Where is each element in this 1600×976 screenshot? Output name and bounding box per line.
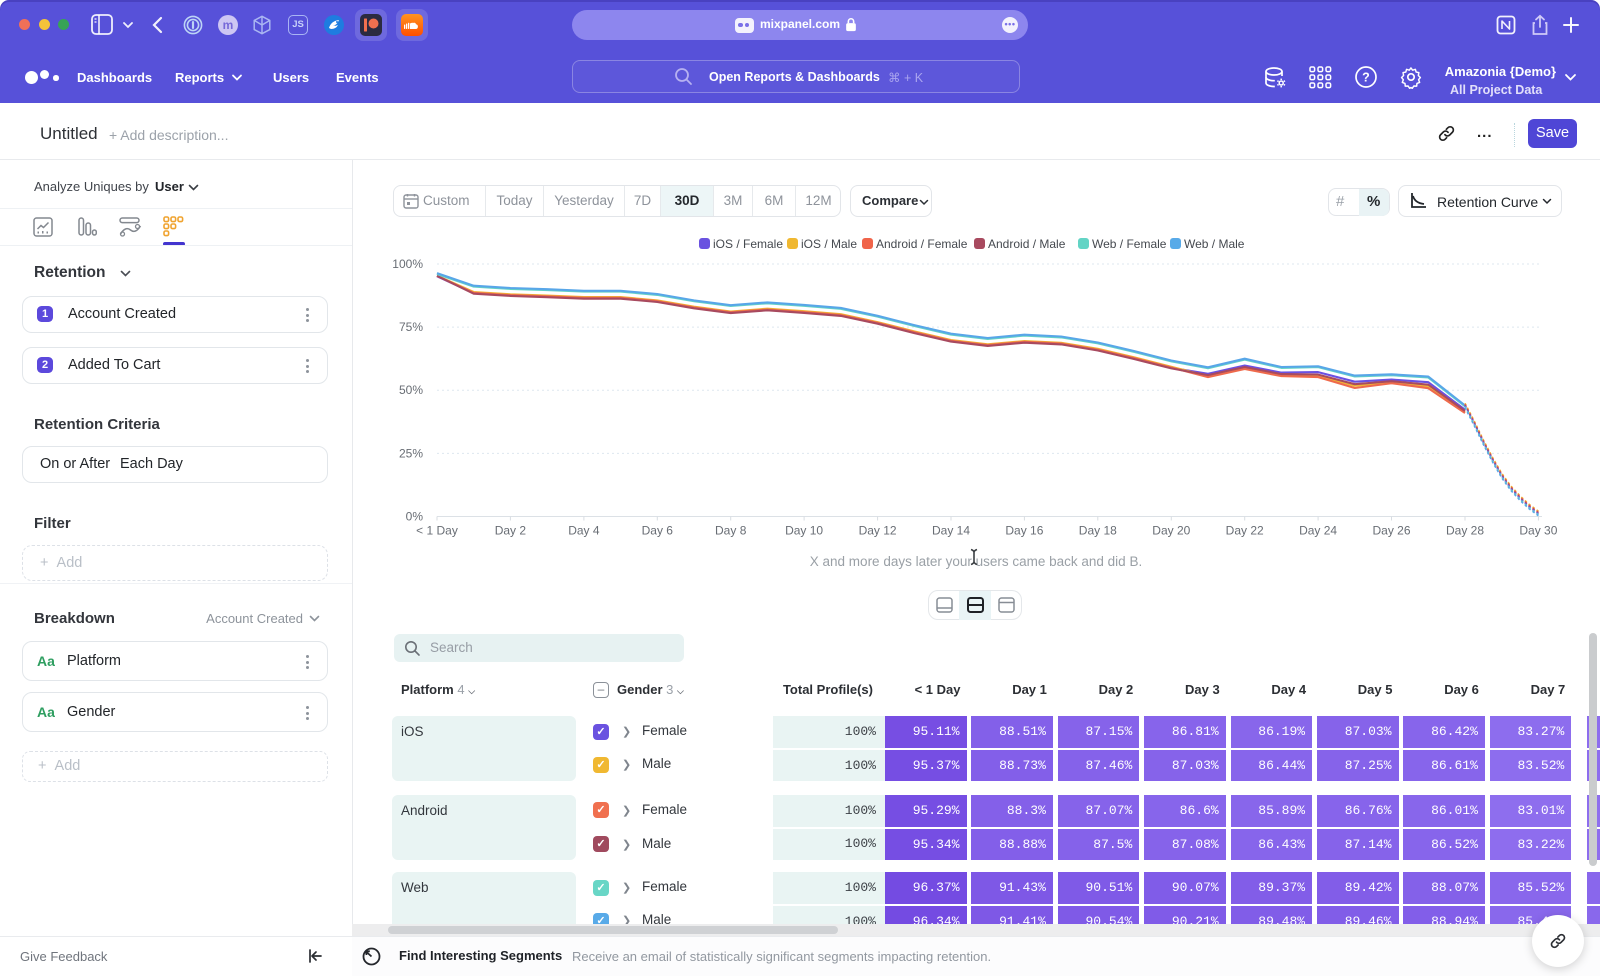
svg-text:< 1 Day: < 1 Day (416, 524, 458, 538)
svg-text:Day 22: Day 22 (1226, 524, 1264, 538)
svg-text:Day 20: Day 20 (1152, 524, 1190, 538)
svg-text:Day 8: Day 8 (715, 524, 747, 538)
svg-text:Day 24: Day 24 (1299, 524, 1337, 538)
svg-text:Day 28: Day 28 (1446, 524, 1484, 538)
svg-text:Day 14: Day 14 (932, 524, 970, 538)
svg-text:Day 16: Day 16 (1005, 524, 1043, 538)
svg-text:0%: 0% (406, 510, 424, 524)
svg-text:Day 18: Day 18 (1079, 524, 1117, 538)
svg-text:100%: 100% (392, 257, 423, 271)
svg-text:Day 2: Day 2 (495, 524, 527, 538)
svg-text:Day 30: Day 30 (1519, 524, 1557, 538)
svg-text:?: ? (1362, 71, 1370, 85)
svg-text:Day 26: Day 26 (1372, 524, 1410, 538)
svg-text:Day 12: Day 12 (859, 524, 897, 538)
svg-text:Day 6: Day 6 (642, 524, 674, 538)
svg-text:Day 4: Day 4 (568, 524, 600, 538)
svg-text:25%: 25% (399, 446, 423, 460)
svg-text:75%: 75% (399, 320, 423, 334)
svg-text:50%: 50% (399, 383, 423, 397)
svg-text:Day 10: Day 10 (785, 524, 823, 538)
